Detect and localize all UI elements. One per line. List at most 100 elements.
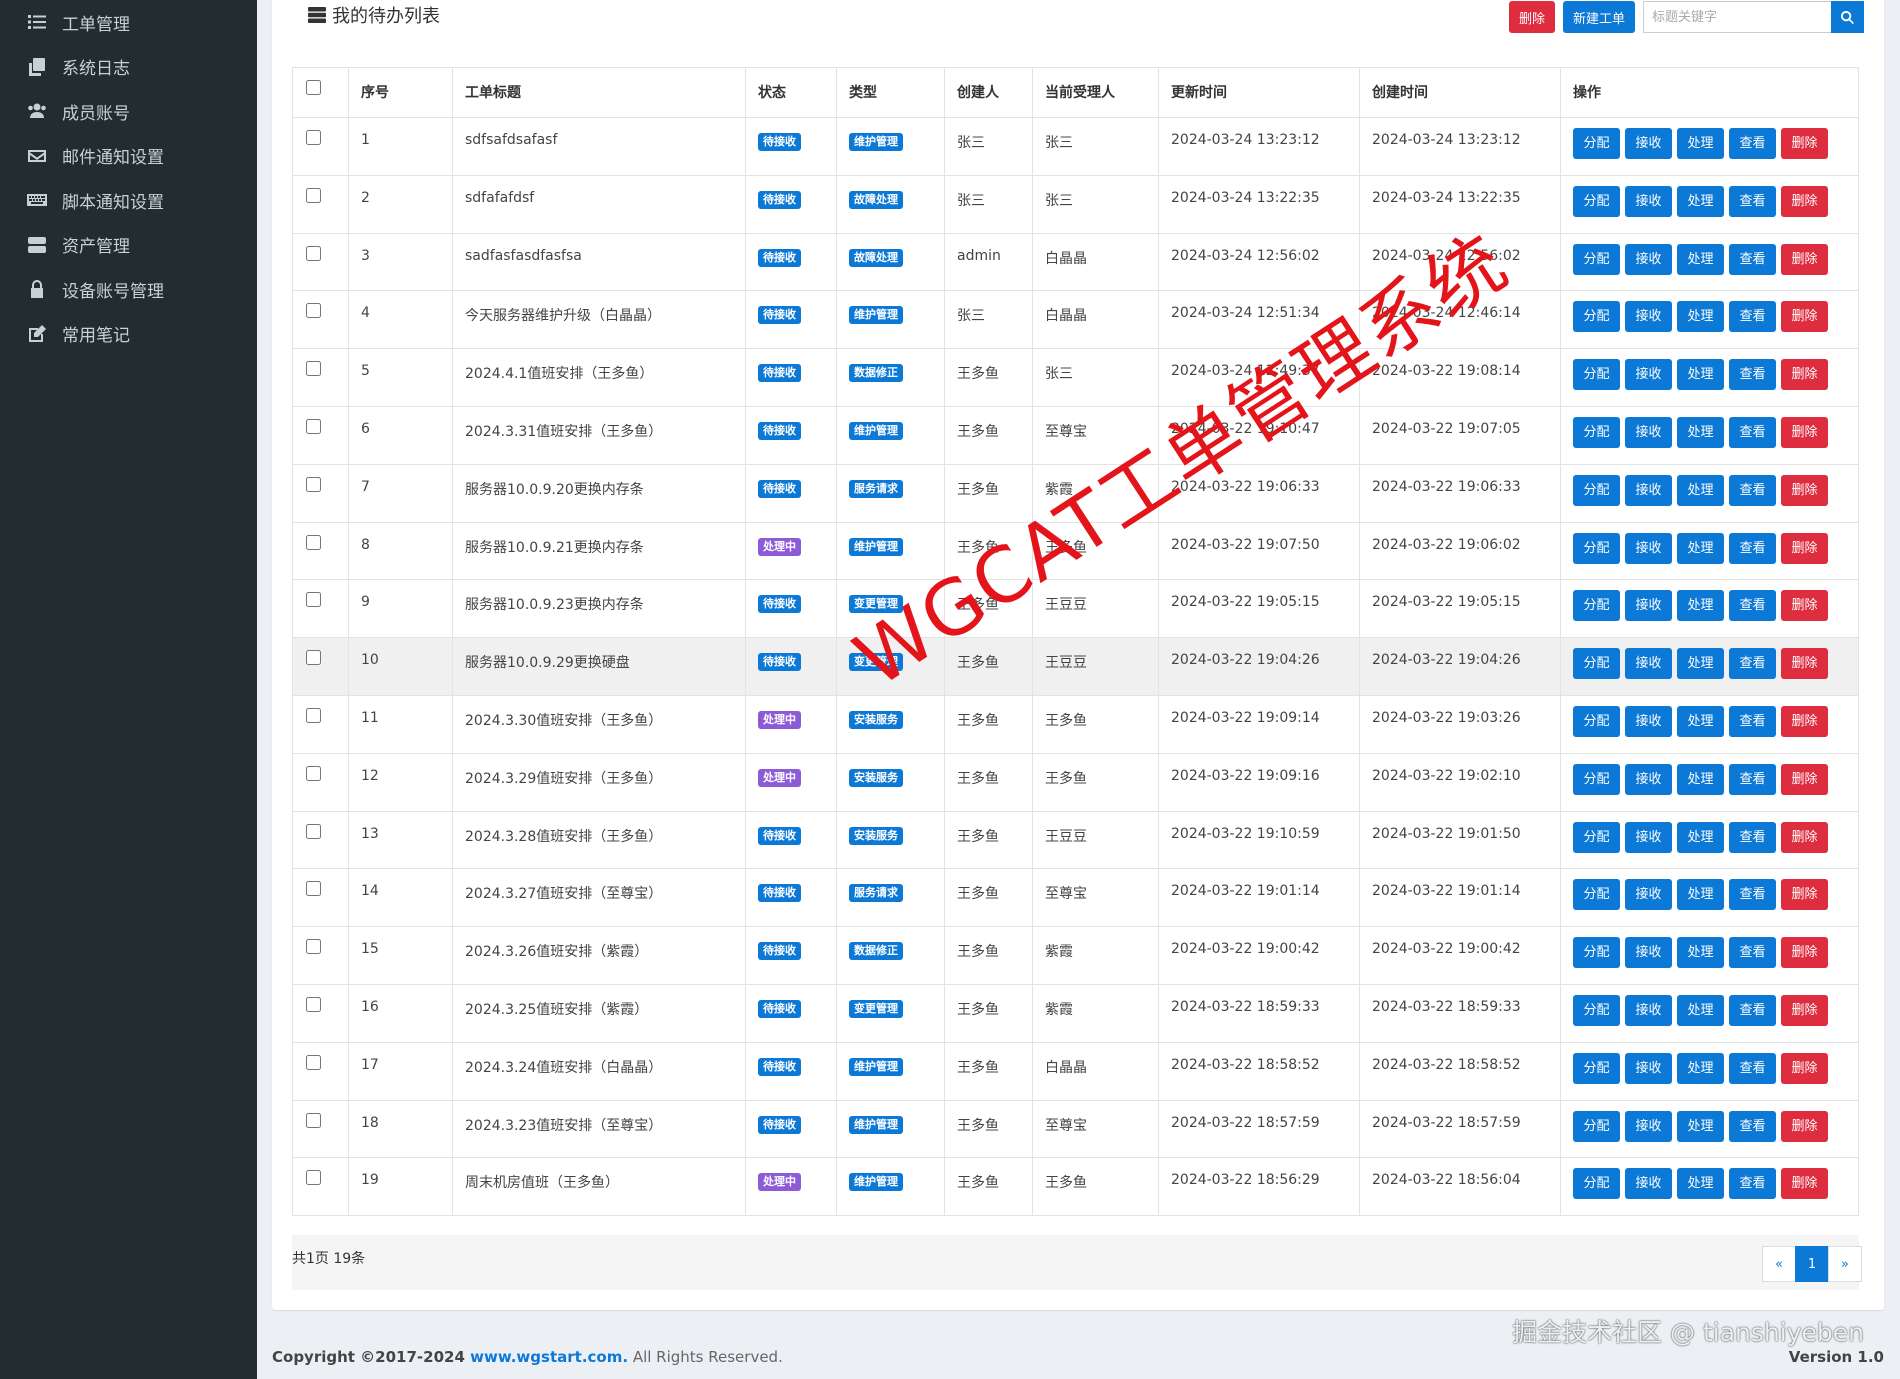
view-button[interactable]: 查看: [1729, 474, 1776, 506]
assign-button[interactable]: 分配: [1573, 648, 1620, 680]
process-button[interactable]: 处理: [1677, 821, 1724, 853]
table-row[interactable]: 2 sdfafafdsf 待接收 故障处理 张三 张三 2024-03-24 13:22:3…: [292, 174, 1859, 234]
sidebar-item-7[interactable]: 常用笔记: [0, 312, 257, 357]
view-button[interactable]: 查看: [1729, 359, 1776, 391]
row-checkbox[interactable]: [306, 130, 321, 145]
assign-button[interactable]: 分配: [1573, 243, 1620, 275]
process-button[interactable]: 处理: [1677, 532, 1724, 564]
accept-button[interactable]: 接收: [1625, 648, 1672, 680]
process-button[interactable]: 处理: [1677, 705, 1724, 737]
view-button[interactable]: 查看: [1729, 301, 1776, 333]
view-button[interactable]: 查看: [1729, 705, 1776, 737]
view-button[interactable]: 查看: [1729, 128, 1776, 159]
row-checkbox[interactable]: [306, 996, 321, 1012]
assign-button[interactable]: 分配: [1573, 301, 1620, 333]
accept-button[interactable]: 接收: [1625, 937, 1672, 969]
assign-button[interactable]: 分配: [1573, 937, 1620, 969]
row-checkbox[interactable]: [306, 765, 321, 781]
table-row[interactable]: 10 服务器10.0.9.29更换硬盘 待接收 变更管理 王多鱼 王豆豆 2024-03-2…: [292, 637, 1859, 696]
process-button[interactable]: 处理: [1677, 648, 1724, 680]
assign-button[interactable]: 分配: [1573, 705, 1620, 737]
row-checkbox[interactable]: [306, 707, 321, 723]
delete-button[interactable]: 删除: [1781, 532, 1828, 564]
view-button[interactable]: 查看: [1729, 1110, 1776, 1142]
view-button[interactable]: 查看: [1729, 994, 1776, 1026]
table-row[interactable]: 4 今天服务器维护升级（白晶晶） 待接收 维护管理 张三 白晶晶 2024-03-24 12…: [292, 290, 1859, 350]
row-checkbox[interactable]: [306, 187, 321, 203]
delete-button[interactable]: 删除: [1781, 705, 1828, 737]
view-button[interactable]: 查看: [1729, 1168, 1776, 1200]
process-button[interactable]: 处理: [1677, 590, 1724, 622]
process-button[interactable]: 处理: [1677, 243, 1724, 275]
process-button[interactable]: 处理: [1677, 1168, 1724, 1200]
accept-button[interactable]: 接收: [1625, 128, 1672, 159]
delete-button[interactable]: 删除: [1781, 763, 1828, 795]
delete-button[interactable]: 删除: [1781, 994, 1828, 1026]
accept-button[interactable]: 接收: [1625, 532, 1672, 564]
table-row[interactable]: 12 2024.3.29值班安排（王多鱼） 处理中 安装服务 王多鱼 王多鱼 2024-03…: [292, 752, 1859, 812]
delete-button[interactable]: 删除: [1781, 416, 1828, 448]
table-row[interactable]: 15 2024.3.26值班安排（紫霞） 待接收 数据修正 王多鱼 紫霞 2024-03-2…: [292, 926, 1859, 985]
row-checkbox[interactable]: [306, 534, 321, 550]
table-row[interactable]: 17 2024.3.24值班安排（白晶晶） 待接收 维护管理 王多鱼 白晶晶 2024-03…: [292, 1041, 1859, 1101]
assign-button[interactable]: 分配: [1573, 590, 1620, 622]
accept-button[interactable]: 接收: [1625, 474, 1672, 506]
process-button[interactable]: 处理: [1677, 1110, 1724, 1142]
site-link[interactable]: www.wgstart.com.: [470, 1348, 628, 1366]
view-button[interactable]: 查看: [1729, 243, 1776, 275]
process-button[interactable]: 处理: [1677, 1052, 1724, 1084]
delete-button[interactable]: 删除: [1781, 1110, 1828, 1142]
view-button[interactable]: 查看: [1729, 821, 1776, 853]
assign-button[interactable]: 分配: [1573, 474, 1620, 506]
process-button[interactable]: 处理: [1677, 879, 1724, 911]
table-row[interactable]: 3 sadfasfasdfasfsa 待接收 故障处理 admin 白晶晶 2024-03-…: [292, 232, 1859, 292]
row-checkbox[interactable]: [306, 939, 321, 955]
process-button[interactable]: 处理: [1677, 416, 1724, 448]
view-button[interactable]: 查看: [1729, 532, 1776, 564]
delete-button[interactable]: 删除: [1781, 474, 1828, 506]
table-row[interactable]: 7 服务器10.0.9.20更换内存条 待接收 服务请求 王多鱼 紫霞 2024-03-22…: [292, 463, 1859, 523]
accept-button[interactable]: 接收: [1625, 416, 1672, 448]
process-button[interactable]: 处理: [1677, 359, 1724, 391]
row-checkbox[interactable]: [306, 592, 321, 608]
search-button[interactable]: [1831, 1, 1864, 33]
row-checkbox[interactable]: [306, 361, 321, 377]
row-checkbox[interactable]: [306, 303, 321, 319]
process-button[interactable]: 处理: [1677, 185, 1724, 217]
accept-button[interactable]: 接收: [1625, 994, 1672, 1026]
accept-button[interactable]: 接收: [1625, 185, 1672, 217]
view-button[interactable]: 查看: [1729, 648, 1776, 680]
row-checkbox[interactable]: [306, 418, 321, 434]
sidebar-item-4[interactable]: 脚本通知设置: [0, 178, 257, 223]
assign-button[interactable]: 分配: [1573, 763, 1620, 795]
view-button[interactable]: 查看: [1729, 185, 1776, 217]
table-row[interactable]: 14 2024.3.27值班安排（至尊宝） 待接收 服务请求 王多鱼 至尊宝 2024-03…: [292, 868, 1859, 928]
accept-button[interactable]: 接收: [1625, 1052, 1672, 1084]
delete-button[interactable]: 删除: [1781, 879, 1828, 911]
table-row[interactable]: 6 2024.3.31值班安排（王多鱼） 待接收 维护管理 王多鱼 至尊宝 2024-03-…: [292, 405, 1859, 465]
process-button[interactable]: 处理: [1677, 474, 1724, 506]
delete-button[interactable]: 删除: [1781, 359, 1828, 391]
table-row[interactable]: 13 2024.3.28值班安排（王多鱼） 待接收 安装服务 王多鱼 王豆豆 2024-03…: [292, 810, 1859, 870]
assign-button[interactable]: 分配: [1573, 879, 1620, 911]
accept-button[interactable]: 接收: [1625, 879, 1672, 911]
accept-button[interactable]: 接收: [1625, 301, 1672, 333]
assign-button[interactable]: 分配: [1573, 185, 1620, 217]
assign-button[interactable]: 分配: [1573, 359, 1620, 391]
sidebar-item-2[interactable]: 成员账号: [0, 89, 257, 134]
view-button[interactable]: 查看: [1729, 590, 1776, 622]
accept-button[interactable]: 接收: [1625, 243, 1672, 275]
accept-button[interactable]: 接收: [1625, 1110, 1672, 1142]
next-page-button[interactable]: »: [1828, 1246, 1862, 1282]
view-button[interactable]: 查看: [1729, 763, 1776, 795]
assign-button[interactable]: 分配: [1573, 1168, 1620, 1200]
table-row[interactable]: 8 服务器10.0.9.21更换内存条 处理中 维护管理 王多鱼 王多鱼 2024-03-2…: [292, 521, 1859, 581]
table-row[interactable]: 1 sdfsafdsafasf 待接收 维护管理 张三 张三 2024-03-24 13:2…: [292, 117, 1859, 176]
delete-button[interactable]: 删除: [1781, 1052, 1828, 1084]
assign-button[interactable]: 分配: [1573, 821, 1620, 853]
table-row[interactable]: 5 2024.4.1值班安排（王多鱼） 待接收 数据修正 王多鱼 张三 2024-03-24…: [292, 348, 1859, 407]
assign-button[interactable]: 分配: [1573, 128, 1620, 159]
table-row[interactable]: 9 服务器10.0.9.23更换内存条 待接收 变更管理 王多鱼 王豆豆 2024-03-2…: [292, 579, 1859, 639]
assign-button[interactable]: 分配: [1573, 1110, 1620, 1142]
view-button[interactable]: 查看: [1729, 1052, 1776, 1084]
